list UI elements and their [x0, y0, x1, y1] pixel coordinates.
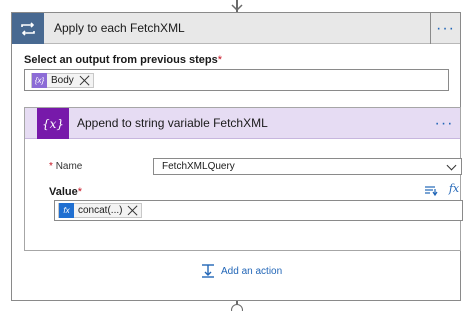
append-title[interactable]: Append to string variable FetchXML	[77, 108, 268, 139]
select-output-label: Select an output from previous steps*	[24, 54, 222, 66]
select-output-input[interactable]: {x} Body	[24, 69, 449, 91]
variable-icon: {x}	[37, 108, 69, 139]
apply-to-each-title[interactable]: Apply to each FetchXML	[54, 13, 185, 44]
apply-to-each-header[interactable]: Apply to each FetchXML ···	[12, 13, 460, 44]
value-input[interactable]: fx concat(...)	[54, 200, 463, 221]
add-action-button[interactable]: Add an action	[200, 263, 282, 279]
select-output-label-text: Select an output from previous steps	[24, 54, 218, 66]
name-label-text: Name	[55, 161, 83, 172]
ellipsis-icon[interactable]: ···	[430, 13, 460, 44]
name-dropdown-value: FetchXMLQuery	[162, 161, 235, 172]
loop-icon	[12, 13, 44, 44]
value-label: Value*	[49, 186, 82, 198]
connector-circle-icon[interactable]	[231, 304, 243, 311]
body-token-label: Body	[51, 75, 74, 86]
remove-token-icon[interactable]	[78, 74, 91, 87]
variable-icon: {x}	[32, 73, 47, 88]
remove-token-icon[interactable]	[126, 204, 139, 217]
expression-fx-icon: fx	[59, 203, 74, 218]
dynamic-content-icon[interactable]	[424, 184, 438, 198]
add-action-icon	[202, 264, 214, 278]
value-label-text: Value	[49, 186, 78, 198]
name-label: * Name	[49, 161, 82, 172]
concat-token-label: concat(...)	[78, 205, 123, 216]
name-dropdown[interactable]: FetchXMLQuery	[153, 158, 462, 175]
concat-token[interactable]: fx concat(...)	[58, 203, 143, 218]
required-mark: *	[217, 54, 223, 66]
expression-fx-icon[interactable]: fx	[447, 182, 461, 196]
append-header[interactable]: {x} Append to string variable FetchXML ·…	[25, 108, 460, 139]
add-action-label[interactable]: Add an action	[221, 266, 282, 277]
append-to-string-card: {x} Append to string variable FetchXML ·…	[24, 107, 463, 251]
required-mark: *	[49, 161, 53, 172]
ellipsis-icon[interactable]: ···	[430, 108, 458, 139]
required-mark: *	[77, 186, 83, 198]
chevron-down-icon	[446, 160, 457, 171]
apply-to-each-card: Apply to each FetchXML ··· Select an out…	[11, 12, 463, 301]
body-token[interactable]: {x} Body	[31, 73, 94, 88]
arrow-down-icon	[231, 0, 243, 12]
